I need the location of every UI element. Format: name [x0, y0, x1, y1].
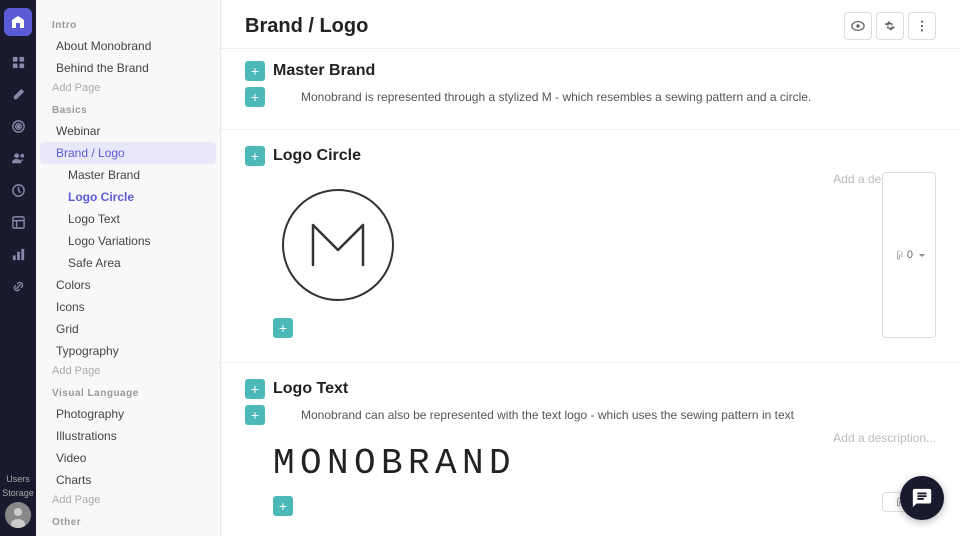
logo-text-section: + Logo Text + Monobrand can also be repr… — [221, 367, 960, 532]
attach-button-circle[interactable]: 0 — [882, 172, 936, 338]
logo-circle-add-btn[interactable]: + — [245, 146, 265, 166]
sidebar-item-grid[interactable]: Grid — [40, 318, 216, 340]
master-brand-row: + Master Brand — [245, 61, 936, 81]
nav-users-icon[interactable] — [4, 144, 32, 172]
storage-label: Storage — [2, 488, 34, 498]
nav-box-icon[interactable] — [4, 208, 32, 236]
sidebar-add-basics[interactable]: Add Page — [36, 362, 220, 380]
page-title: Brand / Logo — [245, 15, 368, 38]
sidebar-item-webinar[interactable]: Webinar — [40, 120, 216, 142]
sidebar-section-intro: Intro — [36, 12, 220, 35]
master-brand-heading: Master Brand — [273, 62, 375, 80]
nav-link-icon[interactable] — [4, 272, 32, 300]
divider-1 — [221, 129, 960, 130]
logo-circle-section: + Logo Circle Add a description... + 0 — [221, 134, 960, 358]
master-brand-desc-row: + Monobrand is represented through a sty… — [245, 87, 936, 107]
more-button[interactable] — [908, 12, 936, 40]
sidebar-item-logo-text[interactable]: Logo Text — [40, 208, 216, 230]
logo-text-desc-row: + Monobrand can also be represented with… — [245, 405, 936, 425]
sidebar: Intro About Monobrand Behind the Brand A… — [36, 0, 221, 536]
logo-circle-display — [273, 180, 403, 310]
sidebar-item-photography[interactable]: Photography — [40, 403, 216, 425]
nav-target-icon[interactable] — [4, 112, 32, 140]
sidebar-item-charts[interactable]: Charts — [40, 469, 216, 491]
sidebar-item-logo-variations[interactable]: Logo Variations — [40, 230, 216, 252]
master-brand-description: Monobrand is represented through a styli… — [301, 88, 811, 106]
sidebar-item-video[interactable]: Video — [40, 447, 216, 469]
sidebar-item-safe-area[interactable]: Safe Area — [40, 252, 216, 274]
header-actions — [844, 12, 936, 40]
logo-text-add-desc[interactable]: Add a description... — [833, 431, 936, 445]
main-content: Brand / Logo + Master Brand + Monobrand … — [221, 0, 960, 536]
preview-button[interactable] — [844, 12, 872, 40]
sidebar-add-intro[interactable]: Add Page — [36, 79, 220, 97]
avatar[interactable] — [5, 502, 31, 528]
chat-widget[interactable] — [900, 476, 944, 520]
main-header: Brand / Logo — [221, 0, 960, 49]
sidebar-item-brand-logo[interactable]: Brand / Logo — [40, 142, 216, 164]
icon-bar: Users Storage — [0, 0, 36, 536]
users-label: Users — [6, 474, 30, 484]
sidebar-add-visual[interactable]: Add Page — [36, 491, 220, 509]
app-logo[interactable] — [4, 8, 32, 36]
settings-button[interactable] — [876, 12, 904, 40]
logo-circle-heading: Logo Circle — [273, 147, 361, 165]
logo-text-add-btn[interactable]: + — [245, 379, 265, 399]
sidebar-item-ads[interactable]: Ads — [40, 532, 216, 536]
sidebar-section-other: Other — [36, 509, 220, 532]
master-brand-desc-add-btn[interactable]: + — [245, 87, 265, 107]
sidebar-item-behind[interactable]: Behind the Brand — [40, 57, 216, 79]
sidebar-item-icons[interactable]: Icons — [40, 296, 216, 318]
divider-2 — [221, 362, 960, 363]
sidebar-item-colors[interactable]: Colors — [40, 274, 216, 296]
logo-text-display: MONOBRAND — [273, 443, 936, 484]
logo-text-description: Monobrand can also be represented with t… — [301, 406, 794, 424]
master-brand-section: + Master Brand + Monobrand is represente… — [221, 49, 960, 125]
logo-text-desc-add-btn[interactable]: + — [245, 405, 265, 425]
logo-text-bottom-add-btn[interactable]: + — [273, 496, 293, 516]
logo-text-row: + Logo Text — [245, 379, 936, 399]
sidebar-item-master-brand[interactable]: Master Brand — [40, 164, 216, 186]
attach-count-circle: 0 — [907, 249, 913, 261]
sidebar-section-basics: Basics — [36, 97, 220, 120]
sidebar-item-illustrations[interactable]: Illustrations — [40, 425, 216, 447]
nav-chart-icon[interactable] — [4, 240, 32, 268]
nav-home-icon[interactable] — [4, 48, 32, 76]
sidebar-section-visual: Visual Language — [36, 380, 220, 403]
logo-circle-row: + Logo Circle — [245, 146, 936, 166]
nav-edit-icon[interactable] — [4, 80, 32, 108]
nav-clock-icon[interactable] — [4, 176, 32, 204]
sidebar-item-typography[interactable]: Typography — [40, 340, 216, 362]
sidebar-item-about[interactable]: About Monobrand — [40, 35, 216, 57]
logo-circle-bottom-add-btn[interactable]: + — [273, 318, 293, 338]
logo-text-heading: Logo Text — [273, 380, 348, 398]
master-brand-add-btn[interactable]: + — [245, 61, 265, 81]
page-content: + Master Brand + Monobrand is represente… — [221, 49, 960, 536]
sidebar-item-logo-circle[interactable]: Logo Circle — [40, 186, 216, 208]
